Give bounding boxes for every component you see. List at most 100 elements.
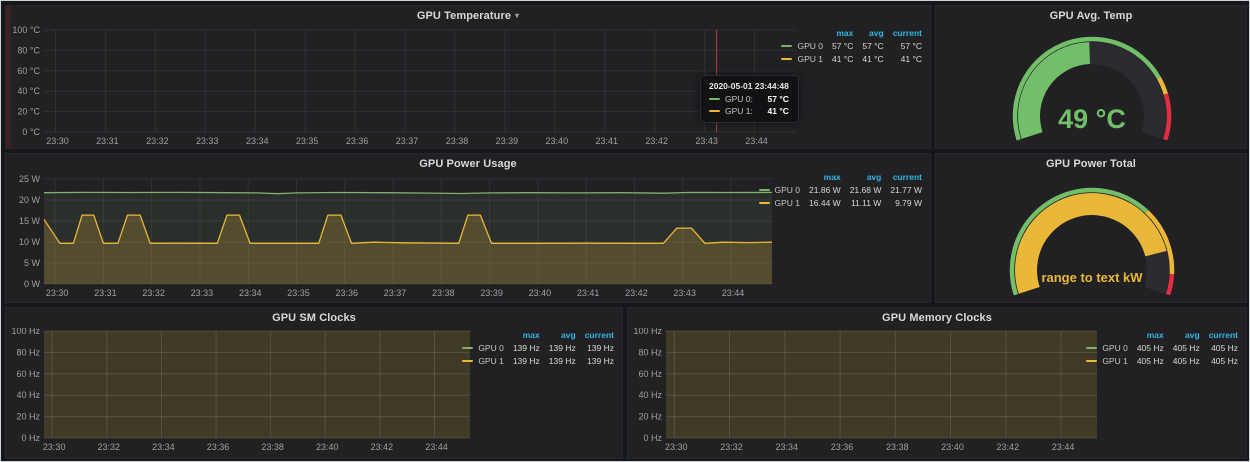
legend-row: GPU 057 °C57 °C57 °C [772,39,922,52]
panel-gpu-sm-clocks: GPU SM Clocks 0 Hz20 Hz40 Hz60 Hz80 Hz10… [5,307,623,459]
x-tick-label: 23:34 [239,288,262,298]
x-tick-label: 23:42 [371,442,394,452]
tooltip-series-value: 57 °C [768,94,789,104]
x-tick-label: 23:42 [625,288,648,298]
panel-title-gpu-memory-clocks[interactable]: GPU Memory Clocks [628,312,1246,324]
legend-value: 405 Hz [1164,341,1200,354]
legend-series-name[interactable]: GPU 1 [750,196,801,209]
x-tick-label: 23:35 [296,136,319,146]
x-tick-label: 23:30 [43,442,66,452]
legend-header-max[interactable]: max [1128,328,1164,341]
x-tick-label: 23:43 [695,136,718,146]
legend-header-current[interactable]: current [884,26,922,39]
legend-table: maxavgcurrentGPU 057 °C57 °C57 °CGPU 1 41… [772,26,922,65]
legend-header-avg[interactable]: avg [540,328,576,341]
x-tick-label: 23:43 [673,288,696,298]
panel-gpu-power-usage: GPU Power Usage 0 W5 W10 W15 W20 W25 W23… [5,153,931,303]
memory-clocks-chart-plot[interactable]: 0 Hz20 Hz40 Hz60 Hz80 Hz100 Hz23:3023:32… [630,328,1099,458]
x-tick-label: 23:41 [595,136,618,146]
legend-table: maxavgcurrentGPU 0139 Hz139 Hz139 HzGPU … [453,328,614,367]
gpu-avg-temp-gauge-svg: 49 °C [937,24,1247,148]
legend-series-name[interactable]: GPU 0 [772,39,823,52]
legend-header-current[interactable]: current [576,328,614,341]
series-color-dash [1086,347,1097,349]
y-tick-label: 20 Hz [16,412,40,422]
panel-title-gpu-avg-temp[interactable]: GPU Avg. Temp [936,10,1246,22]
legend-series-name[interactable]: GPU 0 [1077,341,1128,354]
panel-title-gpu-temperature[interactable]: GPU Temperature▾ [6,10,930,22]
gpu-temperature-svg[interactable]: 0 °C20 °C40 °C60 °C80 °C100 °C23:3023:31… [8,26,800,150]
y-tick-label: 5 W [24,258,41,268]
legend-series-name[interactable]: GPU 1 [772,52,823,65]
legend-header-current[interactable]: current [1200,328,1238,341]
x-tick-label: 23:40 [316,442,339,452]
x-tick-label: 23:30 [665,442,688,452]
panel-title-text: GPU Memory Clocks [882,312,992,324]
gpu-memory-clocks-svg[interactable]: 0 Hz20 Hz40 Hz60 Hz80 Hz100 Hz23:3023:32… [630,328,1099,458]
legend-value: 405 Hz [1200,341,1238,354]
x-tick-label: 23:34 [776,442,799,452]
memory-clocks-legend: maxavgcurrentGPU 0405 Hz405 Hz405 HzGPU … [1077,328,1238,367]
panel-title-text: GPU Power Total [1046,158,1136,170]
y-tick-label: 20 W [19,195,41,205]
legend-series-name[interactable]: GPU 1 [1077,354,1128,367]
y-tick-label: 80 Hz [16,347,40,357]
gpu-sm-clocks-svg[interactable]: 0 Hz20 Hz40 Hz60 Hz80 Hz100 Hz23:3023:32… [8,328,472,458]
legend-series-name[interactable]: GPU 0 [750,183,801,196]
x-tick-label: 23:32 [142,288,165,298]
legend-header-max[interactable]: max [800,170,841,183]
panel-title-text: GPU Avg. Temp [1050,10,1133,22]
legend-header-max[interactable]: max [504,328,540,341]
y-tick-label: 60 °C [17,66,40,76]
series-color-dash [709,98,720,100]
panel-title-text: GPU Power Usage [419,158,516,170]
sm-clocks-legend: maxavgcurrentGPU 0139 Hz139 Hz139 HzGPU … [453,328,614,367]
panel-title-gpu-sm-clocks[interactable]: GPU SM Clocks [6,312,622,324]
x-tick-label: 23:38 [446,136,469,146]
y-tick-label: 0 °C [22,127,40,137]
y-tick-label: 60 Hz [638,369,662,379]
legend-header-current[interactable]: current [881,170,922,183]
series-color-dash [709,110,720,112]
legend-row: GPU 1405 Hz405 Hz405 Hz [1077,354,1238,367]
y-tick-label: 80 °C [17,45,40,55]
series-color-dash [462,360,473,362]
legend-value: 41 °C [884,52,922,65]
x-tick-label: 23:38 [261,442,284,452]
panel-title-gpu-power-total[interactable]: GPU Power Total [936,158,1246,170]
panel-title-gpu-power-usage[interactable]: GPU Power Usage [6,158,930,170]
legend-table: maxavgcurrentGPU 0405 Hz405 Hz405 HzGPU … [1077,328,1238,367]
legend-header-avg[interactable]: avg [841,170,882,183]
legend-header-spacer [772,26,823,39]
legend-header-row: maxavgcurrent [772,26,922,39]
x-tick-label: 23:44 [722,288,745,298]
y-tick-label: 100 Hz [11,328,40,336]
legend-table: maxavgcurrentGPU 021.86 W21.68 W21.77 WG… [750,170,922,209]
legend-row: GPU 0405 Hz405 Hz405 Hz [1077,341,1238,354]
y-tick-label: 100 Hz [633,328,662,336]
x-tick-label: 23:31 [96,136,119,146]
legend-header-max[interactable]: max [823,26,853,39]
sm-clocks-chart-plot[interactable]: 0 Hz20 Hz40 Hz60 Hz80 Hz100 Hz23:3023:32… [8,328,472,458]
legend-series-name[interactable]: GPU 1 [453,354,504,367]
legend-header-avg[interactable]: avg [853,26,883,39]
gpu-power-svg[interactable]: 0 W5 W10 W15 W20 W25 W23:3023:3123:3223:… [8,174,776,302]
x-tick-label: 23:32 [146,136,169,146]
power-total-gauge: range to text kW [937,172,1247,302]
legend-series-name[interactable]: GPU 0 [453,341,504,354]
gauge-value-text: 49 °C [1058,104,1126,134]
temperature-chart-plot[interactable]: 0 °C20 °C40 °C60 °C80 °C100 °C23:3023:31… [8,26,800,150]
legend-value: 139 Hz [504,341,540,354]
power-usage-chart-plot[interactable]: 0 W5 W10 W15 W20 W25 W23:3023:3123:3223:… [8,174,776,302]
y-tick-label: 15 W [19,216,41,226]
tooltip-row-gpu0: GPU 0: 57 °C [709,94,789,104]
legend-value: 139 Hz [576,341,614,354]
legend-header-spacer [1077,328,1128,341]
x-tick-label: 23:34 [246,136,269,146]
legend-value: 21.77 W [881,183,922,196]
x-tick-label: 23:37 [384,288,407,298]
grafana-dashboard: GPU Temperature▾ 0 °C20 °C40 °C60 °C80 °… [0,0,1250,462]
legend-header-avg[interactable]: avg [1164,328,1200,341]
panel-gpu-temperature: GPU Temperature▾ 0 °C20 °C40 °C60 °C80 °… [5,5,931,149]
tooltip-series-name: GPU 0: [725,94,753,104]
